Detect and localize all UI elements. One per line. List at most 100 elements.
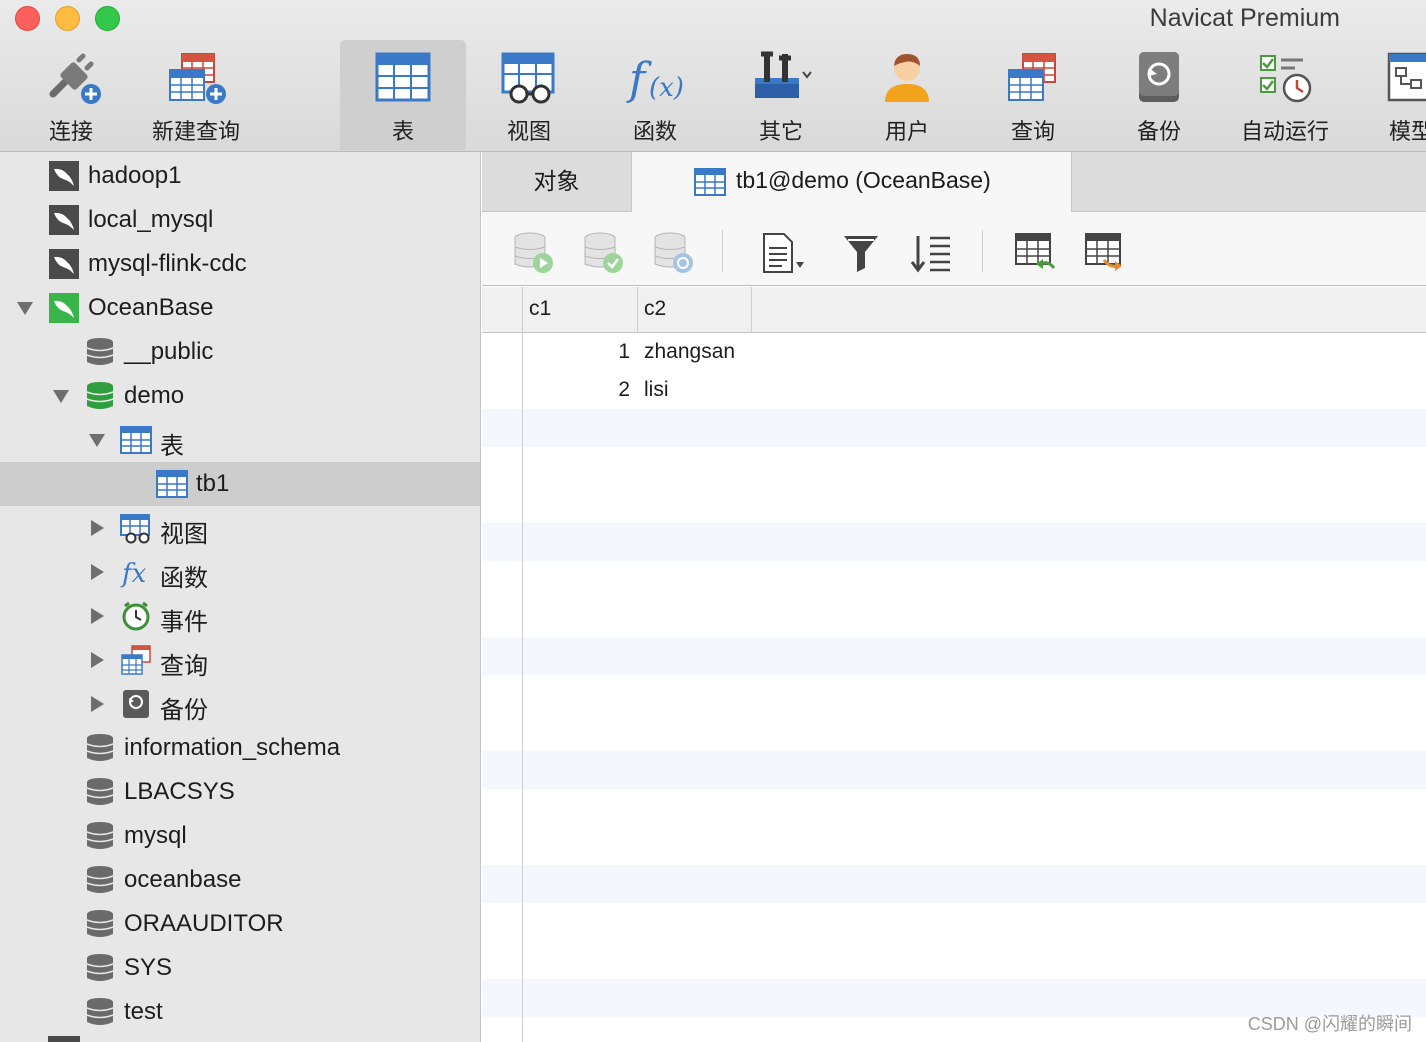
app-title: Navicat Premium xyxy=(1149,4,1340,32)
function-icon: f (x) xyxy=(626,54,684,105)
expand-triangle-right-icon[interactable] xyxy=(88,695,106,713)
toolbar-other-button[interactable]: 其它 xyxy=(718,40,844,150)
cell-c2[interactable]: zhangsan xyxy=(644,333,844,371)
tree-node-queries-folder[interactable]: 查询 xyxy=(0,638,480,682)
cell-c1[interactable]: 2 xyxy=(522,371,630,409)
table-row[interactable]: 1 zhangsan xyxy=(482,333,1426,371)
model-icon xyxy=(1387,52,1426,102)
toolbar-automation-button[interactable]: 自动运行 xyxy=(1222,40,1348,150)
toolbar-connection-button[interactable]: 连接 xyxy=(8,40,134,150)
cell-c1[interactable]: 1 xyxy=(522,333,630,371)
cell-c2[interactable]: lisi xyxy=(644,371,844,409)
main-panel: 对象 tb1@demo (OceanBase) c1 c2 1 zhangsan… xyxy=(482,152,1426,1042)
tree-node-mysql-flink-cdc[interactable]: mysql-flink-cdc xyxy=(0,242,480,286)
minimize-window-button[interactable] xyxy=(55,6,80,31)
text-view-icon[interactable] xyxy=(758,230,804,276)
close-window-button[interactable] xyxy=(15,6,40,31)
grid-header: c1 c2 xyxy=(482,287,1426,333)
column-header-c1[interactable]: c1 xyxy=(522,287,637,333)
toolbar-function-button[interactable]: f (x) 函数 xyxy=(592,40,718,150)
database-icon xyxy=(86,866,114,893)
svg-text:fx: fx xyxy=(120,559,147,588)
database-icon xyxy=(86,338,114,365)
tree-node-local-mysql[interactable]: local_mysql xyxy=(0,198,480,242)
toolbar-divider xyxy=(722,230,723,272)
tab-objects[interactable]: 对象 xyxy=(482,152,632,212)
watermark: CSDN @闪耀的瞬间 xyxy=(1247,1014,1412,1034)
expand-triangle-right-icon[interactable] xyxy=(88,607,106,625)
zoom-window-button[interactable] xyxy=(95,6,120,31)
table-data-toolbar xyxy=(482,212,1426,286)
begin-transaction-icon[interactable] xyxy=(510,230,556,276)
toolbar-query-button[interactable]: 查询 xyxy=(970,40,1096,150)
window-toolbar: Navicat Premium 连接 新建查询 表 视图 f (x) 函数 其它… xyxy=(0,0,1426,152)
mysql-connection-icon xyxy=(49,205,79,235)
svg-text:(x): (x) xyxy=(649,73,684,103)
database-icon xyxy=(86,734,114,761)
connection-tree-sidebar: hadoop1 local_mysql mysql-flink-cdc Ocea… xyxy=(0,152,481,1042)
tree-node-tb1[interactable]: tb1 xyxy=(0,462,480,506)
toolbar-user-button[interactable]: 用户 xyxy=(844,40,970,150)
expand-triangle-right-icon[interactable] xyxy=(88,563,106,581)
table-icon xyxy=(375,52,431,102)
import-icon[interactable] xyxy=(1012,230,1058,276)
backup-icon xyxy=(1139,52,1179,102)
grid-body: 1 zhangsan 2 lisi xyxy=(482,333,1426,1042)
tree-node-oraauditor-db[interactable]: ORAAUDITOR xyxy=(0,902,480,946)
rollback-icon[interactable] xyxy=(650,230,696,276)
toolbar-view-button[interactable]: 视图 xyxy=(466,40,592,150)
tree-node-partial xyxy=(48,1036,80,1042)
tree-node-hadoop1[interactable]: hadoop1 xyxy=(0,154,480,198)
expand-triangle-down-icon[interactable] xyxy=(88,431,106,449)
database-icon xyxy=(86,998,114,1025)
tab-table-tb1[interactable]: tb1@demo (OceanBase) xyxy=(632,152,1072,213)
tree-node-functions-folder[interactable]: fx 函数 xyxy=(0,550,480,594)
tree-node-sys-db[interactable]: SYS xyxy=(0,946,480,990)
tree-node-events-folder[interactable]: 事件 xyxy=(0,594,480,638)
table-icon xyxy=(694,168,726,196)
toolbar-model-button[interactable]: 模型 xyxy=(1348,40,1426,150)
user-icon xyxy=(885,54,929,102)
tree-node-test-db[interactable]: test xyxy=(0,990,480,1034)
automation-icon xyxy=(1260,55,1312,103)
table-icon xyxy=(156,470,188,498)
export-icon[interactable] xyxy=(1082,230,1128,276)
expand-triangle-down-icon[interactable] xyxy=(16,299,34,317)
tree-node-mysql-db[interactable]: mysql xyxy=(0,814,480,858)
filter-icon[interactable] xyxy=(838,230,884,276)
view-icon xyxy=(501,52,555,104)
table-icon xyxy=(120,426,152,454)
tree-node-lbacsys-db[interactable]: LBACSYS xyxy=(0,770,480,814)
tree-node-public-db[interactable]: __public xyxy=(0,330,480,374)
tree-node-oceanbase[interactable]: OceanBase xyxy=(0,286,480,330)
tree-node-views-folder[interactable]: 视图 xyxy=(0,506,480,550)
sort-icon[interactable] xyxy=(908,230,954,276)
toolbar-backup-button[interactable]: 备份 xyxy=(1096,40,1222,150)
new-query-icon xyxy=(169,53,226,104)
empty-row xyxy=(482,409,1426,447)
expand-triangle-down-icon[interactable] xyxy=(52,387,70,405)
tree-node-tables-folder[interactable]: 表 xyxy=(0,418,480,462)
mysql-connection-icon xyxy=(49,161,79,191)
tree-node-oceanbase-db[interactable]: oceanbase xyxy=(0,858,480,902)
empty-row xyxy=(482,751,1426,789)
query-icon xyxy=(121,645,151,675)
commit-icon[interactable] xyxy=(580,230,626,276)
toolbar-table-button[interactable]: 表 xyxy=(340,40,466,150)
backup-icon xyxy=(123,690,149,718)
function-icon: fx xyxy=(120,559,147,588)
table-row[interactable]: 2 lisi xyxy=(482,371,1426,409)
query-icon xyxy=(1008,53,1056,101)
tree-node-demo-db[interactable]: demo xyxy=(0,374,480,418)
toolbar-new-query-button[interactable]: 新建查询 xyxy=(133,40,259,150)
mysql-connection-icon xyxy=(49,249,79,279)
expand-triangle-right-icon[interactable] xyxy=(88,651,106,669)
view-icon xyxy=(120,514,150,544)
tree-node-backups-folder[interactable]: 备份 xyxy=(0,682,480,726)
tools-icon xyxy=(755,51,812,98)
empty-row xyxy=(482,637,1426,675)
expand-triangle-right-icon[interactable] xyxy=(88,519,106,537)
tree-node-information-schema-db[interactable]: information_schema xyxy=(0,726,480,770)
tab-table-label: tb1@demo (OceanBase) xyxy=(736,167,991,193)
column-header-c2[interactable]: c2 xyxy=(637,287,752,333)
